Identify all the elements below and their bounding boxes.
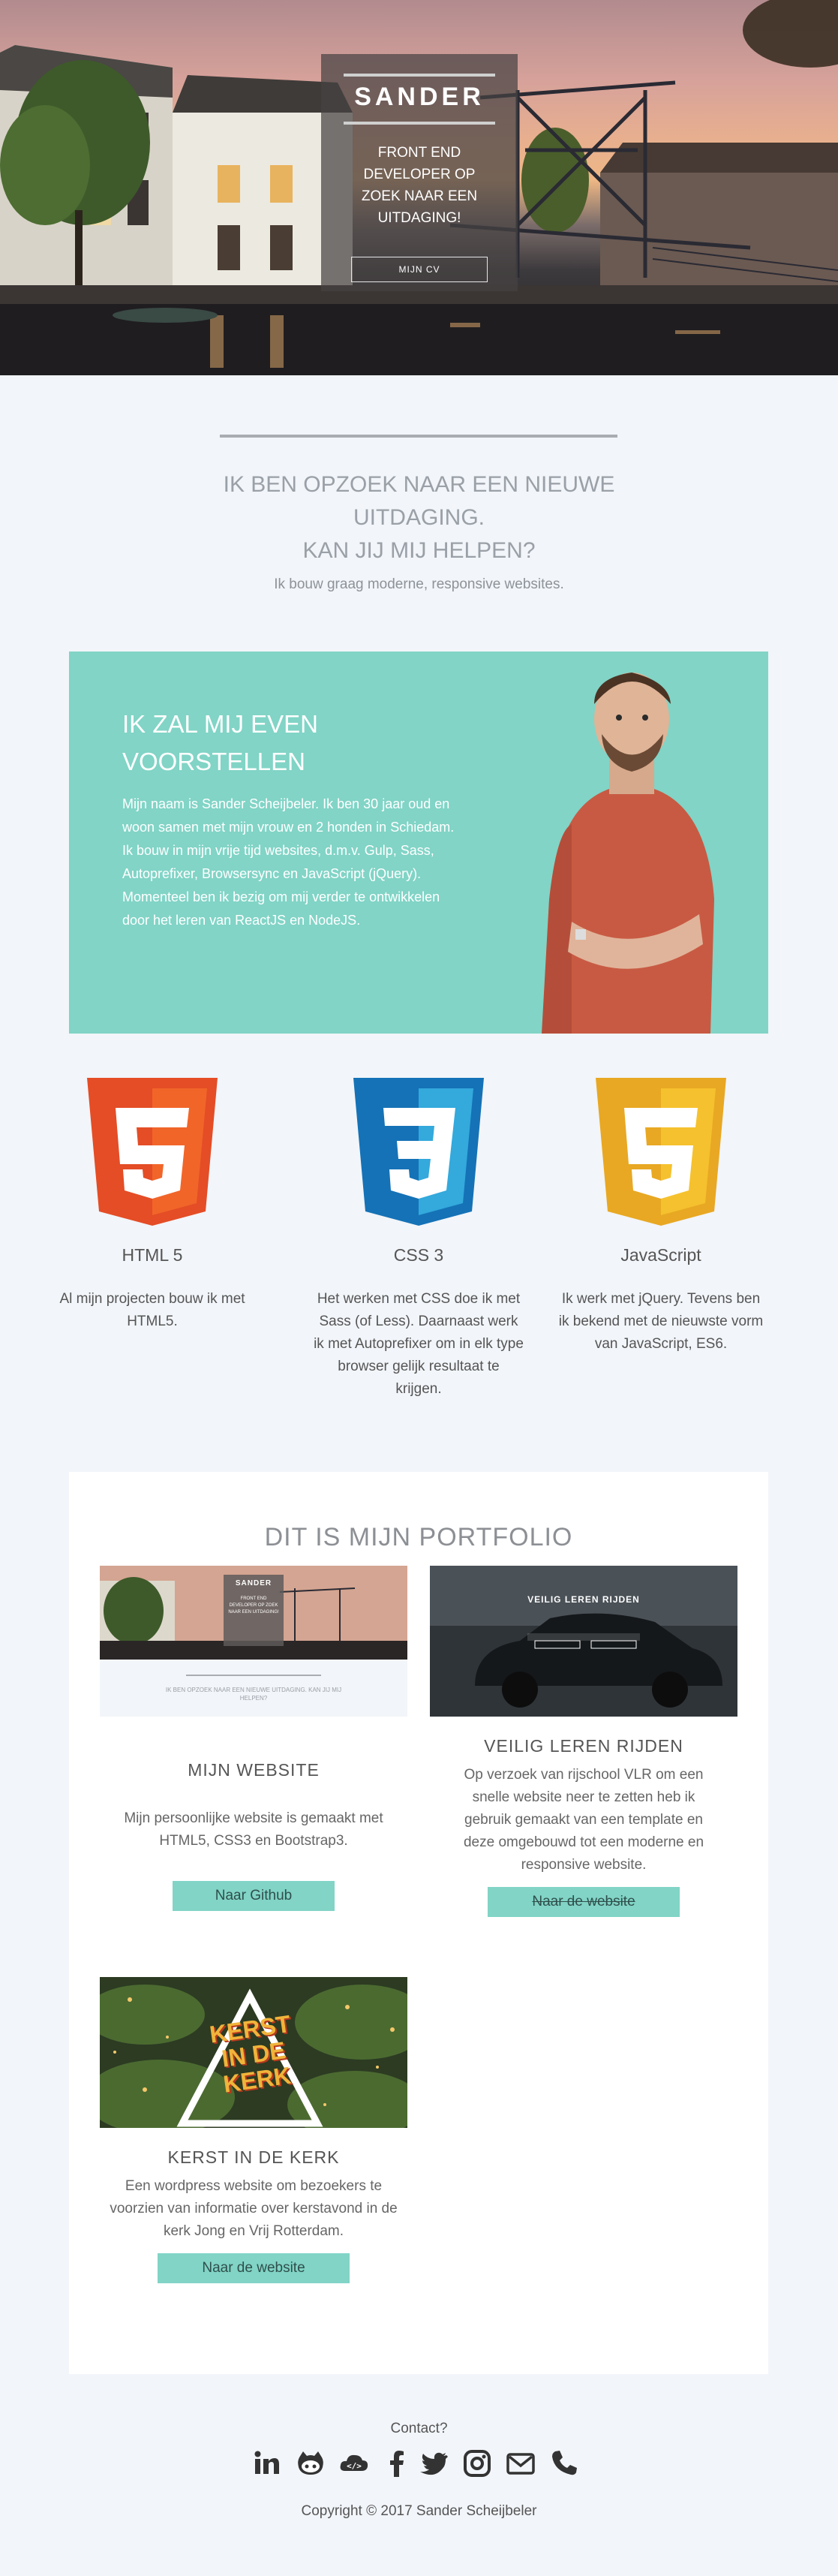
portfolio-item-mijn-website: SANDER FRONT END DEVELOPER OP ZOEK NAAR … (100, 1566, 407, 1911)
hero-banner: SANDER FRONT END DEVELOPER OP ZOEK NAAR … (0, 0, 838, 375)
portfolio-thumbnail[interactable]: SANDER FRONT END DEVELOPER OP ZOEK NAAR … (100, 1566, 407, 1717)
skill-description: Ik werk met jQuery. Tevens ben ik bekend… (558, 1291, 764, 1352)
about-section: IK ZAL MIJ EVEN VOORSTELLEN Mijn naam is… (69, 652, 768, 1034)
portfolio-item-kerst-in-de-kerk: KERST IN DE KERK KERST IN DE KERK Een wo… (100, 1977, 407, 2283)
intro-divider (220, 435, 617, 438)
copyright: Copyright © 2017 Sander Scheijbeler (301, 2503, 537, 2519)
portfolio-item-veilig-leren-rijden: VEILIG LEREN RIJDEN VEILIG LEREN RIJDEN … (430, 1566, 737, 1917)
linkedin-icon[interactable] (252, 2448, 282, 2478)
portfolio-item-name: KERST IN DE KERK (167, 2147, 340, 2167)
portrait-photo (542, 673, 714, 1034)
hero-top-rule (344, 74, 495, 77)
portfolio-thumbnail[interactable]: VEILIG LEREN RIJDEN (430, 1566, 737, 1717)
website-button[interactable]: Naar de website (488, 1887, 680, 1917)
email-icon[interactable] (506, 2448, 536, 2478)
hero-tagline: FRONT END DEVELOPER OP ZOEK NAAR EEN UIT… (361, 145, 478, 226)
codepen-icon[interactable]: </> (339, 2448, 369, 2478)
skill-css3: CSS 3 Het werken met CSS doe ik met Sass… (310, 1078, 527, 1401)
skill-description: Het werken met CSS doe ik met Sass (of L… (314, 1291, 524, 1397)
portfolio-item-name: MIJN WEBSITE (188, 1760, 320, 1780)
intro-title-line1: IK BEN OPZOEK NAAR EEN NIEUWE UITDAGING. (223, 472, 615, 530)
svg-text:</>: </> (347, 2461, 362, 2471)
intro-title-line2: KAN JIJ MIJ HELPEN? (302, 538, 536, 563)
portfolio-thumbnail[interactable]: KERST IN DE KERK (100, 1977, 407, 2128)
thumbnail-title: IK BEN OPZOEK NAAR EEN NIEUWE UITDAGING.… (165, 1687, 342, 1702)
github-icon[interactable] (296, 2448, 326, 2478)
portfolio-section: DIT IS MIJN PORTFOLIO SANDER FRONT END D… (69, 1472, 768, 2374)
cv-button[interactable]: MIJN CV (351, 257, 488, 282)
about-title: IK ZAL MIJ EVEN VOORSTELLEN (122, 710, 319, 775)
github-button[interactable]: Naar Github (173, 1881, 335, 1911)
thumbnail-name: SANDER (235, 1579, 272, 1587)
about-text: Mijn naam is Sander Scheijbeler. Ik ben … (122, 796, 455, 928)
facebook-icon[interactable] (383, 2448, 413, 2478)
skill-name: CSS 3 (393, 1245, 444, 1265)
css3-icon (353, 1078, 484, 1226)
hero-name: SANDER (354, 83, 485, 111)
intro-subtitle: Ik bouw graag moderne, responsive websit… (274, 576, 564, 592)
portfolio-item-description: Mijn persoonlijke website is gemaakt met… (124, 1810, 383, 1849)
website-button[interactable]: Naar de website (158, 2253, 350, 2283)
phone-icon[interactable] (549, 2448, 579, 2478)
intro-title: IK BEN OPZOEK NAAR EEN NIEUWE UITDAGING.… (195, 468, 643, 567)
portfolio-item-description: Een wordpress website om bezoekers te vo… (110, 2178, 398, 2239)
thumbnail-title: VEILIG LEREN RIJDEN (527, 1594, 640, 1605)
hero-card: SANDER FRONT END DEVELOPER OP ZOEK NAAR … (321, 54, 518, 291)
portfolio-item-name: VEILIG LEREN RIJDEN (484, 1736, 683, 1756)
skill-html5: HTML 5 Al mijn projecten bouw ik met HTM… (44, 1078, 261, 1333)
instagram-icon[interactable] (462, 2448, 492, 2478)
portfolio-item-description: Op verzoek van rijschool VLR om een snel… (463, 1767, 704, 1873)
javascript-icon (596, 1078, 726, 1226)
thumbnail-tagline: FRONT END DEVELOPER OP ZOEK NAAR EEN UIT… (228, 1596, 279, 1615)
skill-description: Al mijn projecten bouw ik met HTML5. (59, 1291, 245, 1329)
html5-icon (87, 1078, 218, 1226)
portfolio-title: DIT IS MIJN PORTFOLIO (264, 1523, 573, 1551)
skill-javascript: JavaScript Ik werk met jQuery. Tevens be… (552, 1078, 770, 1356)
thumbnail-image (430, 1566, 737, 1717)
contact-label: Contact? (390, 2421, 448, 2436)
skill-name: JavaScript (620, 1245, 701, 1265)
twitter-icon[interactable] (419, 2448, 449, 2478)
skill-name: HTML 5 (122, 1245, 183, 1265)
hero-bottom-rule (344, 122, 495, 125)
